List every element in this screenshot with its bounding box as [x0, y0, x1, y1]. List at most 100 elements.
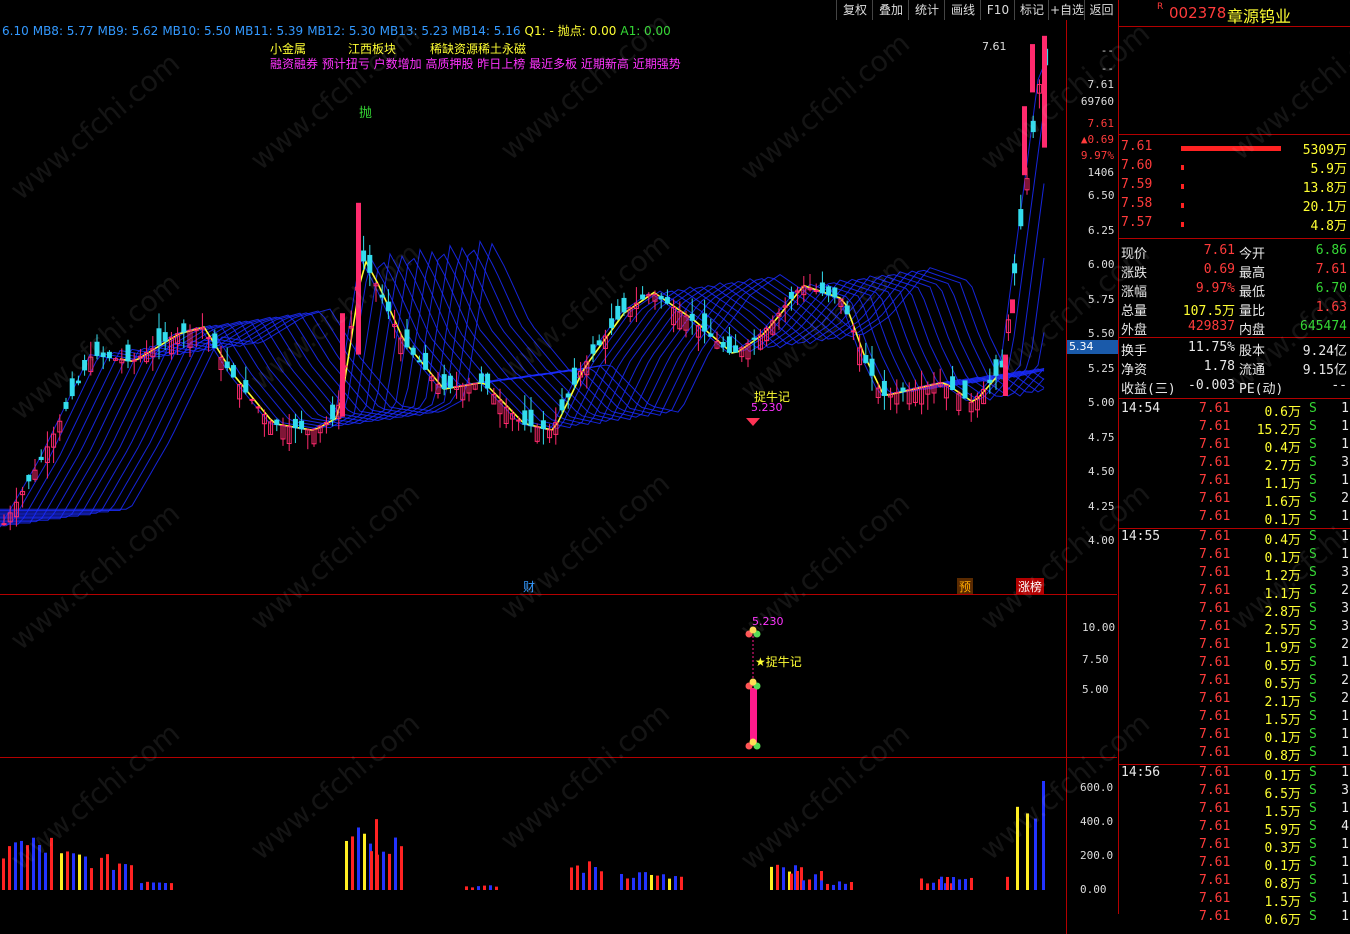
tick-count: 1 — [1341, 873, 1349, 888]
candle-body — [658, 295, 664, 300]
tick-side: S — [1309, 673, 1317, 688]
toolbar-button-3[interactable]: 画线 — [944, 0, 981, 20]
order-book-row[interactable]: 7.57 4.8万 — [1119, 215, 1350, 234]
volume-bar — [26, 845, 29, 890]
order-book-row[interactable]: 7.61 5309万 — [1119, 139, 1350, 158]
volume-bar — [782, 867, 785, 890]
tick-price: 7.61 — [1199, 745, 1231, 760]
tick-count: 1 — [1341, 509, 1349, 524]
tick-row: 7.61 0.5万 S 2 — [1119, 673, 1350, 692]
quote-row: 外盘 429837 内盘 645474 — [1119, 319, 1350, 338]
stock-badge: R — [1157, 2, 1164, 12]
tick-row: 7.61 0.3万 S 1 — [1119, 837, 1350, 856]
candle-body — [993, 359, 999, 376]
toolbar-button-6[interactable]: +自选 — [1048, 0, 1085, 20]
candle-body — [1010, 299, 1015, 314]
quote-row: 现价 7.61 今开 6.86 — [1119, 243, 1350, 262]
tick-side: S — [1309, 491, 1317, 506]
candle-body — [813, 289, 819, 292]
axis-summary-value: -- — [1100, 62, 1114, 75]
candle-body — [94, 341, 100, 356]
limit-up-list-mark[interactable]: 涨榜 — [1016, 578, 1045, 595]
tick-volume: 2.7万 — [1264, 459, 1301, 474]
candle-body — [571, 367, 577, 385]
tick-row: 14:56 7.61 0.1万 S 1 — [1119, 765, 1350, 784]
tick-count: 2 — [1341, 491, 1349, 506]
volume-bar — [946, 876, 949, 890]
ribbon-ma-line — [0, 249, 1045, 513]
toolbar-button-5[interactable]: 标记 — [1014, 0, 1049, 20]
volume-bar — [656, 875, 659, 890]
tick-price: 7.61 — [1199, 619, 1231, 634]
volume-bar — [477, 886, 480, 890]
chart-toolbar: 复权 叠加 统计 画线 F10 标记 +自选 返回 — [836, 0, 1118, 20]
volume-bar — [382, 851, 385, 890]
tick-price: 7.61 — [1199, 801, 1231, 816]
volume-bar — [376, 854, 379, 890]
volume-bar — [926, 883, 929, 890]
volume-bar — [44, 852, 47, 890]
order-volume: 4.8万 — [1310, 219, 1347, 234]
order-price: 7.59 — [1121, 177, 1153, 192]
tick-side: S — [1309, 891, 1317, 906]
tick-price: 7.61 — [1199, 837, 1231, 852]
order-volume-bar — [1181, 203, 1184, 208]
candle-body — [819, 282, 825, 294]
volume-bar — [650, 874, 653, 890]
forecast-mark[interactable]: 预 — [957, 578, 974, 595]
candle-body — [1022, 106, 1027, 176]
candle-body — [1012, 263, 1018, 274]
candle-body — [1042, 35, 1047, 148]
tick-volume: 1.1万 — [1264, 477, 1301, 492]
ma-legend: 6.10 MB8: 5.77 MB9: 5.62 MB10: 5.50 MB11: 5.… — [2, 22, 675, 39]
tick-side: S — [1309, 873, 1317, 888]
finance-report-mark[interactable]: 财 — [523, 578, 535, 595]
volume-bar — [644, 872, 647, 890]
candle-body — [621, 297, 627, 313]
tick-price: 7.61 — [1199, 891, 1231, 906]
order-volume-bar — [1181, 165, 1184, 170]
tick-row: 7.61 2.5万 S 3 — [1119, 619, 1350, 638]
quote-value: 1.63 — [1315, 300, 1347, 315]
candle-body — [416, 360, 422, 363]
tick-row: 7.61 1.5万 S 1 — [1119, 801, 1350, 820]
candle-body — [751, 337, 757, 340]
quote-value: 9.24亿 — [1302, 344, 1347, 359]
order-book-row[interactable]: 7.59 13.8万 — [1119, 177, 1350, 196]
order-book-row[interactable]: 7.60 5.9万 — [1119, 158, 1350, 177]
axis-summary-value: 1406 — [1087, 166, 1115, 179]
volume-bar — [483, 885, 486, 890]
candle-body — [962, 380, 968, 399]
candle-body — [844, 305, 850, 315]
candle-body — [82, 360, 88, 371]
tick-count: 1 — [1341, 855, 1349, 870]
candle-body — [26, 474, 32, 482]
candle-body — [689, 313, 695, 321]
candle-body — [609, 318, 615, 329]
candle-body — [1003, 354, 1008, 396]
tick-volume: 0.1万 — [1264, 769, 1301, 784]
kline-canvas[interactable] — [0, 0, 1117, 914]
toolbar-button-2[interactable]: 统计 — [908, 0, 945, 20]
quote-value: 0.69 — [1203, 262, 1235, 277]
candle-body — [596, 340, 602, 346]
kline-chart-area[interactable]: 6.10 MB8: 5.77 MB9: 5.62 MB10: 5.50 MB11: 5.… — [0, 0, 1118, 934]
toolbar-button-0[interactable]: 复权 — [836, 0, 873, 20]
volume-bar — [1026, 813, 1029, 890]
tick-price: 7.61 — [1199, 873, 1231, 888]
price-tick-label: 6.25 — [1088, 224, 1115, 237]
tick-side: S — [1309, 727, 1317, 742]
candle-body — [540, 420, 546, 430]
toolbar-button-7[interactable]: 返回 — [1084, 0, 1118, 20]
order-volume-bar — [1181, 184, 1184, 189]
stock-header: R 002378 章源钨业 — [1119, 0, 1350, 26]
toolbar-button-4[interactable]: F10 — [980, 0, 1015, 20]
toolbar-button-1[interactable]: 叠加 — [872, 0, 909, 20]
order-book-row[interactable]: 7.58 20.1万 — [1119, 196, 1350, 215]
volume-bar — [932, 882, 935, 890]
candle-body — [950, 376, 956, 391]
tick-row: 7.61 0.5万 S 1 — [1119, 655, 1350, 674]
quote-key: PE(动) — [1239, 382, 1284, 397]
volume-bar — [820, 880, 823, 890]
tick-side: S — [1309, 819, 1317, 834]
